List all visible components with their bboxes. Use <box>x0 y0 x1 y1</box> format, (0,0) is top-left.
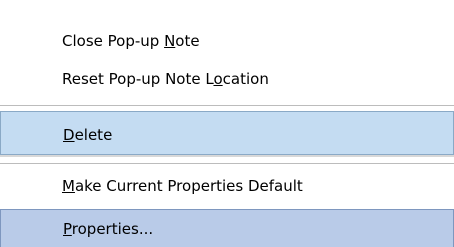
menu-item-label: roperties... <box>71 220 154 238</box>
menu-item-label: Reset Pop-up Note L <box>62 70 214 88</box>
menu-item-label: ake Current Properties Default <box>74 177 303 195</box>
menu-item-label: cation <box>222 70 269 88</box>
menu-item-label: elete <box>74 126 113 144</box>
context-menu: Close Pop-up Note Reset Pop-up Note Loca… <box>0 0 454 247</box>
close-popup-note-menu-item[interactable]: Close Pop-up Note <box>0 28 454 56</box>
menu-item-mnemonic: o <box>213 70 223 88</box>
menu-item-mnemonic: N <box>164 32 176 50</box>
menu-item-label: Close Pop-up <box>62 32 165 50</box>
menu-item-mnemonic: M <box>62 177 75 195</box>
reset-popup-note-location-menu-item[interactable]: Reset Pop-up Note Location <box>0 66 454 94</box>
menu-separator <box>0 163 454 164</box>
make-current-properties-default-menu-item[interactable]: Make Current Properties Default <box>0 171 454 201</box>
delete-menu-item[interactable]: Delete <box>0 111 454 155</box>
highlight-shadow <box>0 155 454 157</box>
properties-menu-item[interactable]: Properties... <box>0 209 454 247</box>
menu-item-label: ote <box>175 32 200 50</box>
menu-separator <box>0 105 454 106</box>
menu-item-mnemonic: P <box>63 220 72 238</box>
menu-item-mnemonic: D <box>63 126 75 144</box>
